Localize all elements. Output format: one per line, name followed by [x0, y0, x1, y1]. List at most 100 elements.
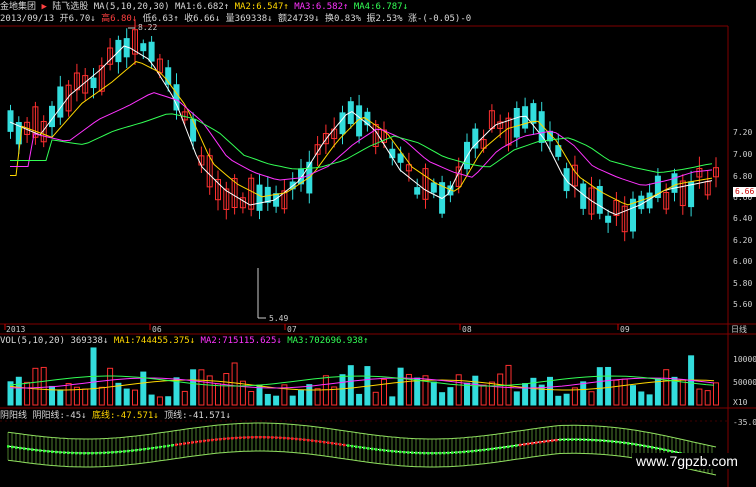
indicator-marker: [383, 449, 386, 452]
indicator-marker: [227, 437, 230, 440]
indicator-marker: [171, 444, 174, 447]
indicator-marker: [47, 450, 50, 453]
indicator-marker: [435, 451, 438, 455]
candle-body: [638, 195, 645, 210]
volume-bar: [679, 379, 686, 406]
volume-bar: [654, 378, 661, 406]
indicator-marker: [295, 437, 298, 441]
indicator-marker: [23, 447, 26, 450]
indicator-marker: [491, 447, 494, 451]
candle-body: [256, 184, 263, 211]
volume-axis-label: 100000: [733, 355, 756, 364]
indicator-marker: [359, 446, 362, 449]
indicator-marker: [67, 451, 70, 455]
indicator-marker: [95, 451, 98, 455]
indicator-marker: [43, 449, 46, 453]
volume-bar: [621, 378, 628, 406]
indicator-marker: [351, 444, 354, 448]
candle-body: [397, 153, 404, 163]
indicator-line2: 底线:-47.571↓: [91, 411, 159, 421]
low-label: 5.49: [269, 314, 288, 323]
indicator-marker: [211, 438, 214, 442]
indicator-marker: [643, 444, 646, 448]
indicator-marker: [559, 438, 562, 442]
indicator-marker: [411, 451, 414, 454]
indicator-marker: [135, 448, 138, 452]
volume-current: 369338↓: [70, 336, 109, 346]
candle-body: [190, 118, 197, 142]
time-label: 08: [462, 325, 472, 334]
volume-bar: [347, 365, 354, 406]
indicator-marker: [223, 437, 226, 441]
indicator-marker: [235, 436, 238, 440]
quote-header: 金地集团 ▶ 陆飞选股 MA(5,10,20,30) MA1:6.682↑ MA…: [0, 1, 408, 13]
volume-bar: [605, 366, 612, 406]
indicator-marker: [55, 450, 58, 454]
indicator-marker: [239, 436, 242, 439]
indicator-marker: [563, 438, 566, 441]
indicator-marker: [579, 438, 582, 441]
indicator-marker: [79, 451, 82, 455]
indicator-marker: [623, 441, 626, 445]
indicator-marker: [519, 443, 522, 447]
indicator-marker: [547, 439, 550, 443]
indicator-marker: [83, 451, 86, 455]
volume-bar: [306, 384, 313, 406]
indicator-marker: [251, 436, 254, 439]
change-value: 涨-(-0.05)-0: [408, 14, 472, 24]
watermark: www.7gpzb.com: [632, 453, 742, 469]
candle-body: [605, 215, 612, 223]
volume-bar: [24, 381, 31, 406]
period-label[interactable]: 日线: [731, 324, 747, 334]
indicator-marker: [447, 451, 450, 455]
indicator-marker: [555, 438, 558, 442]
indicator-marker: [59, 451, 62, 454]
volume-bar: [264, 393, 271, 406]
volume-bar: [215, 383, 221, 406]
indicator-marker: [431, 452, 434, 455]
volume-bar: [372, 391, 379, 406]
volume-bar: [140, 371, 147, 406]
candle-body: [173, 84, 180, 111]
indicator-marker: [167, 444, 170, 448]
indicator-marker: [399, 450, 402, 454]
indicator-marker: [127, 449, 130, 453]
indicator-marker: [283, 436, 286, 440]
candle-body: [430, 182, 437, 193]
candle-body: [530, 103, 537, 124]
turnover-value: 额24739↓: [278, 14, 320, 24]
volume-bar: [389, 396, 396, 406]
formula-name[interactable]: 陆飞选股: [52, 2, 88, 12]
indicator-marker: [635, 443, 638, 446]
indicator-marker: [243, 436, 246, 439]
indicator-marker: [115, 450, 118, 454]
indicator-marker: [503, 446, 506, 449]
indicator-marker: [311, 439, 314, 442]
indicator-marker: [459, 450, 462, 454]
indicator-marker: [343, 443, 346, 447]
indicator-marker: [191, 441, 194, 444]
volume-bar: [231, 362, 238, 406]
indicator-marker: [219, 437, 222, 441]
indicator-marker: [647, 445, 650, 448]
ohlc-header: 2013/09/13 开6.70↓ 高6.80↓ 低6.63↑ 收6.66↓ 量…: [0, 13, 471, 25]
indicator-marker: [355, 445, 358, 449]
indicator-title[interactable]: 阴阳线: [0, 411, 27, 421]
indicator-marker: [443, 451, 446, 455]
volume-bar: [298, 389, 304, 406]
volume-bar: [190, 369, 197, 406]
indicator-marker: [215, 438, 218, 441]
indicator-marker: [511, 444, 514, 448]
price-axis-label: 6.00: [733, 257, 753, 266]
indicator-marker: [275, 436, 278, 439]
time-label: 07: [287, 325, 297, 334]
price-axis-label: 6.20: [733, 236, 753, 245]
indicator-marker: [439, 451, 442, 455]
volume-title[interactable]: VOL(5,10,20): [0, 336, 65, 346]
indicator-marker: [603, 439, 606, 443]
indicator-axis-label: -35.00: [733, 418, 756, 427]
indicator-marker: [615, 440, 618, 444]
volume-bar: [696, 388, 703, 406]
indicator-marker: [391, 449, 394, 453]
stock-name[interactable]: 金地集团: [0, 2, 36, 12]
